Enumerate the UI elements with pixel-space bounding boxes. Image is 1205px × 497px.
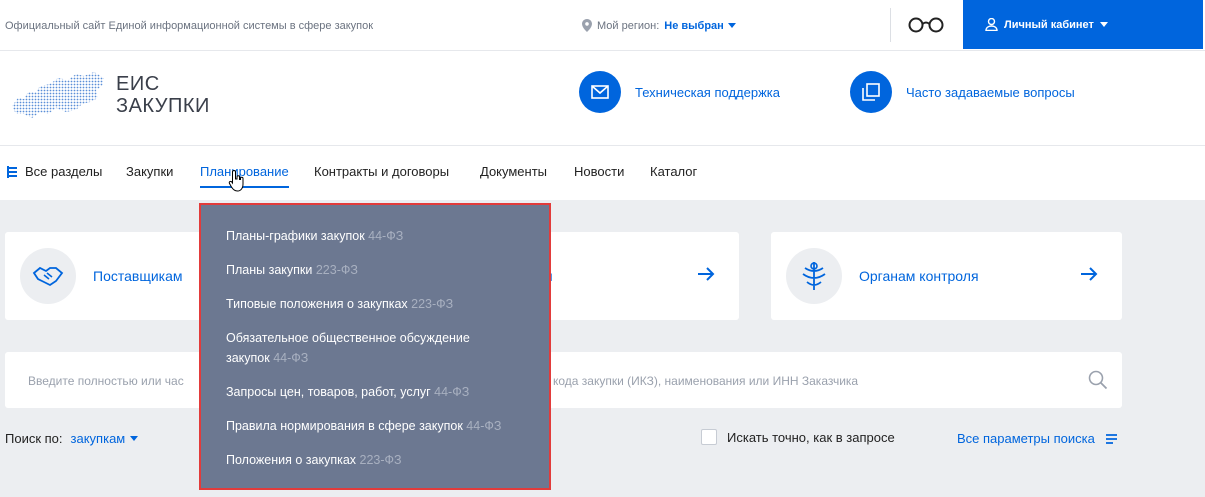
chevron-down-icon	[727, 23, 736, 28]
region-value[interactable]: Не выбран	[664, 20, 736, 32]
nav-item-catalog[interactable]: Каталог	[650, 164, 697, 179]
emblem-icon	[786, 248, 842, 304]
location-pin-icon	[582, 19, 592, 32]
copy-icon	[850, 71, 892, 113]
handshake-icon	[20, 248, 76, 304]
card-control-label: Органам контроля	[859, 268, 979, 284]
hand-cursor-icon	[228, 169, 244, 192]
main-nav: Все разделы Закупки Планирование Контрак…	[0, 146, 1205, 200]
dropdown-item-title: Обязательное общественное обсуждение зак…	[226, 331, 470, 365]
dropdown-item[interactable]: Обязательное общественное обсуждение зак…	[226, 328, 496, 368]
user-icon	[985, 18, 998, 31]
divider	[890, 8, 891, 42]
search-placeholder-rest: кода закупки (ИКЗ), наименования или ИНН…	[553, 374, 859, 388]
dropdown-item-law: 44-ФЗ	[466, 419, 502, 433]
dropdown-item-title: Планы закупки	[226, 263, 313, 277]
dropdown-item-law: 44-ФЗ	[273, 351, 309, 365]
dropdown-item-law: 44-ФЗ	[434, 385, 470, 399]
faq-label: Часто задаваемые вопросы	[906, 84, 1075, 100]
tech-support-label: Техническая поддержка	[635, 84, 780, 100]
chevron-down-icon	[1099, 22, 1108, 27]
dropdown-item[interactable]: Типовые положения о закупках 223-ФЗ	[226, 294, 526, 314]
dropdown-item[interactable]: Правила нормирования в сфере закупок 44-…	[226, 416, 526, 436]
region-value-text: Не выбран	[664, 19, 724, 32]
top-bar: Официальный сайт Единой информационной с…	[0, 0, 1205, 51]
dropdown-item-law: 44-ФЗ	[368, 229, 404, 243]
search-by-value: закупкам	[70, 431, 126, 446]
all-params-label: Все параметры поиска	[957, 431, 1095, 446]
logo-text[interactable]: ЕИС ЗАКУПКИ	[116, 73, 210, 117]
region-selector[interactable]: Мой регион: Не выбран	[582, 19, 736, 32]
search-by-label: Поиск по:	[5, 431, 63, 446]
card-control[interactable]: Органам контроля	[771, 232, 1122, 320]
dropdown-item-law: 223-ФЗ	[315, 263, 358, 277]
dropdown-item-title: Правила нормирования в сфере закупок	[226, 419, 463, 433]
search-by: Поиск по: закупкам	[5, 431, 139, 446]
dropdown-item[interactable]: Запросы цен, товаров, работ, услуг 44-ФЗ	[226, 382, 526, 402]
logo-line1: ЕИС	[116, 73, 160, 95]
all-search-params-link[interactable]: Все параметры поиска	[957, 431, 1118, 446]
site-description: Официальный сайт Единой информационной с…	[5, 20, 374, 32]
tech-support-link[interactable]: Техническая поддержка	[579, 71, 780, 113]
search-by-select[interactable]: закупкам	[71, 431, 139, 446]
mail-icon	[579, 71, 621, 113]
cabinet-label: Личный кабинет	[1004, 18, 1094, 31]
main-content: Поставщикам м Органам контроля Введите п…	[0, 200, 1205, 497]
exact-search-label: Искать точно, как в запросе	[727, 429, 895, 445]
header: ЕИС ЗАКУПКИ Техническая поддержка Часто …	[0, 51, 1205, 146]
personal-cabinet-button[interactable]: Личный кабинет	[963, 0, 1203, 49]
card-suppliers-label: Поставщикам	[93, 268, 183, 284]
dropdown-item[interactable]: Положения о закупках 223-ФЗ	[226, 450, 526, 470]
dropdown-item-law: 223-ФЗ	[359, 453, 402, 467]
nav-item-documents[interactable]: Документы	[480, 164, 547, 179]
nav-all-sections[interactable]: Все разделы	[6, 164, 102, 179]
dropdown-item-title: Планы-графики закупок	[226, 229, 365, 243]
filter-lines-icon	[1105, 433, 1117, 444]
dropdown-item[interactable]: Планы-графики закупок 44-ФЗ	[226, 226, 526, 246]
dropdown-item-law: 223-ФЗ	[411, 297, 454, 311]
dropdown-item-title: Положения о закупках	[226, 453, 357, 467]
exact-search-option[interactable]: Искать точно, как в запросе	[701, 429, 895, 445]
dropdown-item-title: Запросы цен, товаров, работ, услуг	[226, 385, 431, 399]
search-icon[interactable]	[1088, 370, 1108, 390]
sections-icon	[7, 165, 17, 178]
nav-all-sections-label: Все разделы	[25, 164, 103, 179]
nav-item-news[interactable]: Новости	[574, 164, 624, 179]
region-label: Мой регион:	[597, 19, 660, 32]
search-input[interactable]: Введите полностью или час кода закупки (…	[5, 352, 1122, 408]
nav-item-contracts[interactable]: Контракты и договоры	[314, 164, 449, 179]
russia-map-logo-icon[interactable]	[10, 68, 108, 120]
arrow-right-icon	[698, 267, 715, 281]
arrow-right-icon	[1081, 267, 1098, 281]
chevron-down-icon	[130, 436, 139, 441]
glasses-icon[interactable]	[908, 15, 944, 33]
search-placeholder: Введите полностью или час	[28, 374, 184, 388]
faq-link[interactable]: Часто задаваемые вопросы	[850, 71, 1075, 113]
nav-item-purchases[interactable]: Закупки	[126, 164, 173, 179]
dropdown-item-title: Типовые положения о закупках	[226, 297, 408, 311]
planning-dropdown-menu: Планы-графики закупок 44-ФЗ Планы закупк…	[199, 203, 551, 490]
dropdown-item[interactable]: Планы закупки 223-ФЗ	[226, 260, 526, 280]
exact-search-checkbox[interactable]	[701, 429, 717, 445]
logo-line2: ЗАКУПКИ	[116, 95, 210, 117]
